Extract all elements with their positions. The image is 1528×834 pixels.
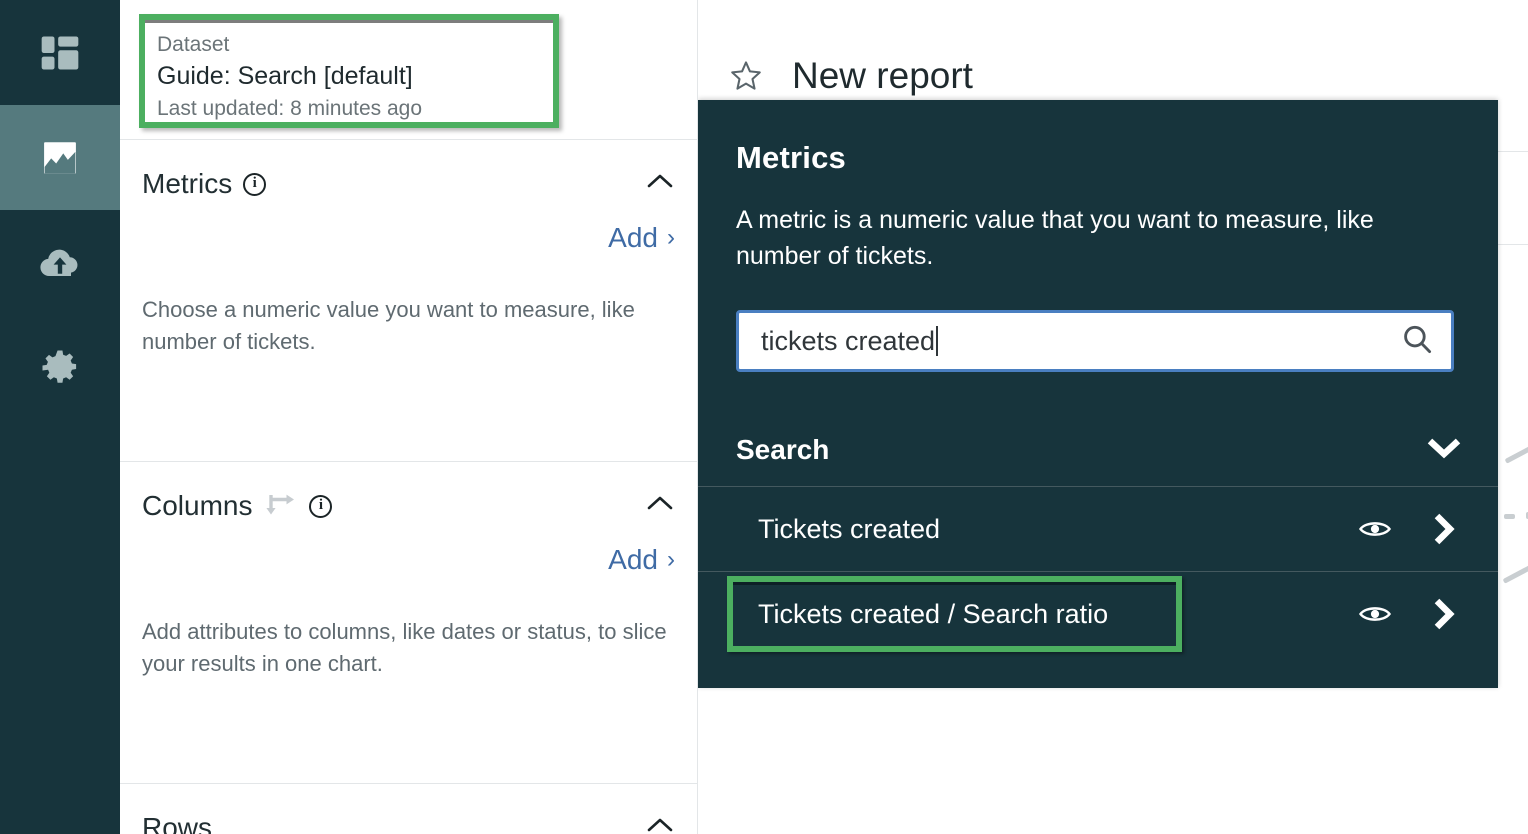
rows-section: Rows bbox=[120, 784, 697, 834]
background-chart-mark bbox=[1504, 445, 1528, 464]
metrics-search-value: tickets created bbox=[761, 326, 1399, 357]
metric-result-row[interactable]: Tickets created / Search ratio bbox=[698, 571, 1498, 656]
metrics-group-search[interactable]: Search bbox=[698, 414, 1498, 486]
columns-section: Columns i Add › Add attributes to column… bbox=[120, 462, 697, 784]
swap-axis-icon[interactable] bbox=[264, 493, 298, 519]
metrics-description: Choose a numeric value you want to measu… bbox=[142, 297, 635, 354]
text-caret bbox=[936, 326, 939, 356]
dataset-name: Guide: Search [default] bbox=[157, 62, 413, 90]
star-outline-icon bbox=[731, 60, 761, 90]
chevron-up-icon bbox=[647, 496, 673, 510]
columns-add-button[interactable]: Add › bbox=[608, 544, 675, 576]
favorite-button[interactable] bbox=[720, 50, 772, 102]
search-icon[interactable] bbox=[1399, 321, 1435, 362]
dataset-card[interactable]: Dataset Guide: Search [default] Last upd… bbox=[139, 14, 559, 128]
gear-icon bbox=[39, 347, 81, 389]
metrics-collapse-toggle[interactable] bbox=[645, 170, 675, 192]
chevron-down-icon[interactable] bbox=[1424, 435, 1464, 466]
eye-icon[interactable] bbox=[1352, 509, 1398, 549]
rows-title: Rows bbox=[142, 812, 213, 834]
metrics-header: Metrics i bbox=[142, 140, 675, 200]
metrics-add-row: Add › bbox=[142, 200, 675, 254]
rows-header: Rows bbox=[142, 784, 675, 834]
metrics-section: Metrics i Add › Choose a numeric value y… bbox=[120, 140, 697, 462]
report-config-panel: Dataset Guide: Search [default] Last upd… bbox=[120, 0, 698, 834]
metric-result-row[interactable]: Tickets created bbox=[698, 486, 1498, 571]
columns-header: Columns i bbox=[142, 462, 675, 522]
sidebar-item-reports[interactable] bbox=[0, 105, 120, 210]
columns-add-label: Add bbox=[608, 544, 658, 575]
dataset-label: Dataset bbox=[157, 33, 230, 56]
sidebar-item-uploads[interactable] bbox=[0, 210, 120, 315]
columns-collapse-toggle[interactable] bbox=[645, 492, 675, 514]
chevron-up-icon bbox=[647, 174, 673, 188]
report-content-area: New report Filters i Add › Metrics A met… bbox=[698, 0, 1528, 834]
page-title: New report bbox=[792, 54, 973, 96]
metrics-title: Metrics bbox=[142, 168, 233, 199]
eye-icon[interactable] bbox=[1352, 594, 1398, 634]
metrics-picker-body: Metrics A metric is a numeric value that… bbox=[698, 100, 1498, 372]
chevron-right-icon[interactable] bbox=[1424, 509, 1464, 549]
chart-icon bbox=[37, 135, 83, 181]
rows-collapse-toggle[interactable] bbox=[645, 814, 675, 834]
metrics-picker-overlay: Metrics A metric is a numeric value that… bbox=[698, 100, 1498, 688]
sidebar-item-dashboard[interactable] bbox=[0, 0, 120, 105]
columns-description: Add attributes to columns, like dates or… bbox=[142, 619, 667, 676]
dataset-last-updated: Last updated: 8 minutes ago bbox=[157, 97, 423, 120]
chevron-right-icon: › bbox=[667, 224, 675, 251]
app-root: Dataset Guide: Search [default] Last upd… bbox=[0, 0, 1528, 834]
columns-title: Columns bbox=[142, 490, 253, 521]
global-nav-rail bbox=[0, 0, 120, 834]
chevron-right-icon: › bbox=[667, 546, 675, 573]
info-icon[interactable]: i bbox=[243, 172, 267, 196]
chevron-right-icon[interactable] bbox=[1424, 594, 1464, 634]
metrics-picker-title: Metrics bbox=[736, 140, 846, 175]
cloud-upload-icon bbox=[36, 239, 84, 287]
background-chart-mark bbox=[1504, 514, 1515, 519]
info-icon[interactable]: i bbox=[309, 494, 333, 518]
metrics-search-input[interactable]: tickets created bbox=[736, 310, 1454, 372]
background-chart-mark bbox=[1502, 565, 1528, 584]
metrics-group-label: Search bbox=[736, 434, 830, 465]
columns-add-row: Add › bbox=[142, 522, 675, 576]
metrics-add-button[interactable]: Add › bbox=[608, 222, 675, 254]
sidebar-item-settings[interactable] bbox=[0, 315, 120, 420]
metrics-add-label: Add bbox=[608, 222, 658, 253]
metrics-picker-description: A metric is a numeric value that you wan… bbox=[736, 206, 1374, 270]
grid-icon bbox=[38, 31, 82, 75]
dataset-section: Dataset Guide: Search [default] Last upd… bbox=[120, 0, 697, 140]
metric-result-label: Tickets created bbox=[758, 513, 941, 544]
metric-result-label: Tickets created / Search ratio bbox=[758, 598, 1109, 629]
chevron-up-icon bbox=[647, 818, 673, 832]
